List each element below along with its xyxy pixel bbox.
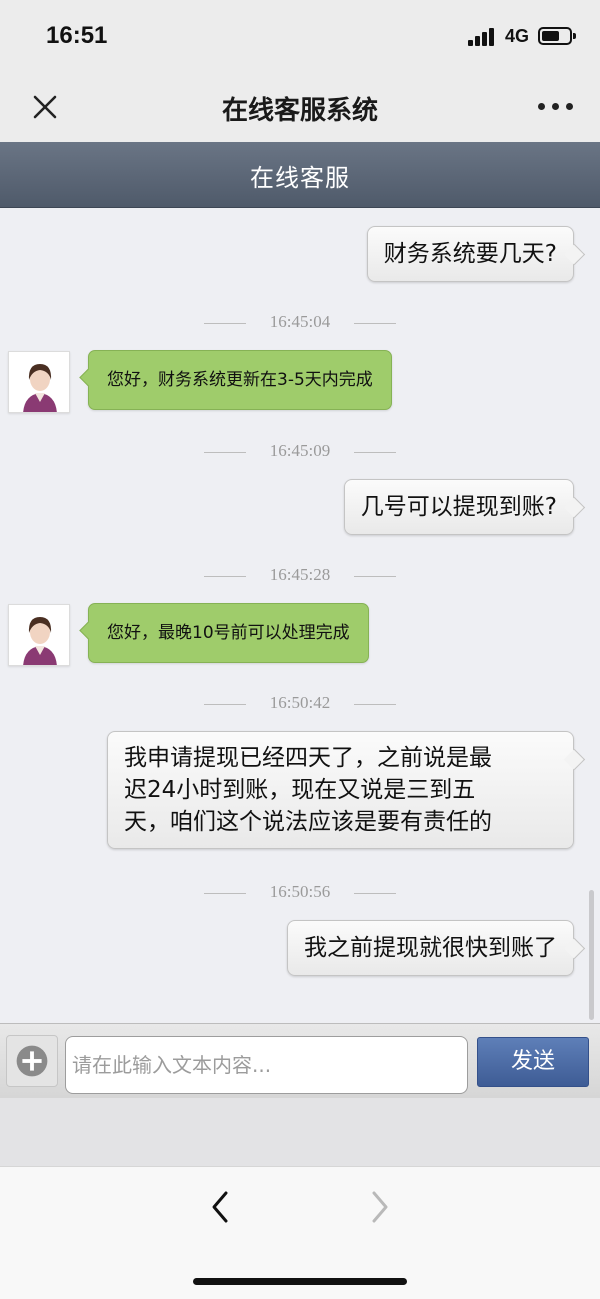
message-line: 我申请提现已经四天了，之前说是最 (124, 745, 492, 771)
chat-header-title: 在线客服 (250, 164, 350, 192)
battery-icon (538, 27, 576, 45)
agent-avatar-icon (9, 352, 69, 412)
chevron-left-icon[interactable] (206, 1189, 236, 1225)
page-title: 在线客服系统 (221, 96, 378, 126)
status-time: 16:51 (46, 22, 108, 49)
outgoing-message: 我申请提现已经四天了，之前说是最 迟24小时到账，现在又说是三到五 天，咱们这个… (107, 731, 574, 849)
agent-avatar-icon (9, 605, 69, 665)
add-attachment-button[interactable] (6, 1035, 58, 1087)
message-line: 天，咱们这个说法应该是要有责任的 (124, 809, 492, 835)
chevron-right-icon[interactable] (364, 1189, 394, 1225)
message-line: 迟24小时到账，现在又说是三到五 (124, 777, 476, 803)
incoming-message: 您好，财务系统更新在3-5天内完成 (88, 350, 392, 410)
message-input[interactable] (65, 1036, 468, 1094)
input-footer (0, 1098, 600, 1166)
send-button[interactable]: 发送 (477, 1037, 589, 1087)
outgoing-message: 几号可以提现到账? (343, 479, 574, 535)
outgoing-message: 我之前提现就很快到账了 (287, 920, 574, 976)
message-timestamp: 16:45:09 (200, 441, 400, 461)
chat-page: 16:51 4G 在线客服系统 在线客服 财务系统要几天? 16:45:04 您… (0, 0, 600, 1299)
message-timestamp: 16:50:42 (200, 693, 400, 713)
home-indicator (193, 1278, 407, 1285)
agent-avatar (8, 604, 70, 666)
message-timestamp: 16:45:04 (200, 312, 400, 332)
outgoing-message: 财务系统要几天? (366, 226, 574, 282)
nav-bar: 在线客服系统 (0, 72, 600, 142)
message-timestamp: 16:50:56 (200, 882, 400, 902)
more-icon[interactable] (536, 102, 576, 112)
plus-icon (16, 1045, 48, 1077)
agent-avatar (8, 351, 70, 413)
browser-toolbar (0, 1166, 600, 1299)
incoming-message: 您好，最晚10号前可以处理完成 (88, 603, 369, 663)
scrollbar[interactable] (589, 890, 594, 1020)
message-list[interactable]: 财务系统要几天? 16:45:04 您好，财务系统更新在3-5天内完成 16:4… (0, 208, 600, 1023)
network-type: 4G (505, 26, 530, 46)
status-bar: 16:51 4G (0, 0, 600, 72)
chat-header: 在线客服 (0, 142, 600, 208)
cellular-signal-icon (468, 28, 496, 46)
input-bar: 发送 (0, 1023, 600, 1098)
message-timestamp: 16:45:28 (200, 565, 400, 585)
